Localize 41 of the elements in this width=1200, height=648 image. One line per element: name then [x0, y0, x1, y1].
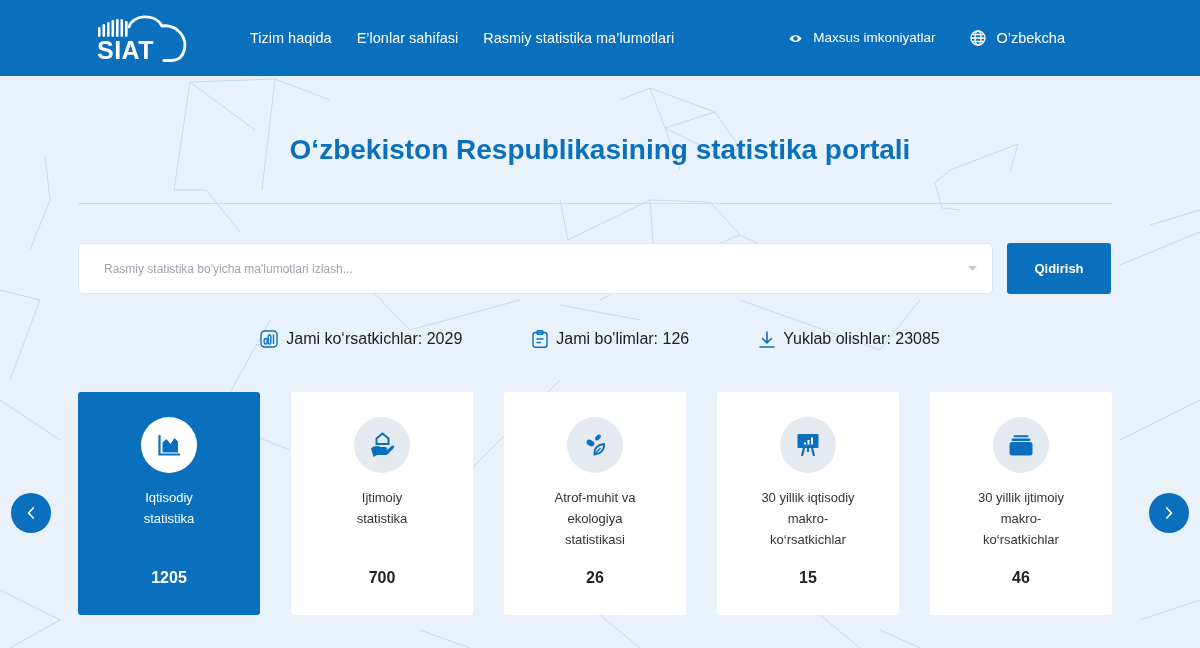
search-field[interactable]: Rasmiy statistika bo'yicha ma'lumotlari izlash... [78, 243, 993, 294]
previous-button[interactable] [11, 493, 51, 533]
nav-link[interactable]: E’lonlar sahifasi [356, 29, 459, 47]
bar-chart-icon [260, 330, 279, 348]
leaves-icon [567, 417, 623, 473]
category-card[interactable]: 30 yillik ijtimoiy makro- ko‘rsatkichlar 46 [930, 392, 1112, 615]
category-count: 1205 [151, 569, 187, 587]
category-label: Ijtimoiy statistika [356, 489, 408, 528]
download-icon [759, 330, 776, 348]
stat-text: Jami bo'limlar: 126 [556, 329, 690, 349]
search-button[interactable]: Qidirish [1007, 243, 1111, 294]
hand-house-icon [354, 417, 410, 473]
area-chart-icon [141, 417, 197, 473]
category-count: 26 [586, 569, 604, 587]
chevron-left-icon [27, 507, 35, 519]
category-card[interactable]: Iqtisodiy statistika 1205 [78, 392, 260, 615]
category-label: 30 yillik ijtimoiy makro- ko‘rsatkichlar [978, 489, 1064, 549]
presentation-board-icon [780, 417, 836, 473]
stacked-cards-icon [993, 417, 1049, 473]
next-button[interactable] [1149, 493, 1189, 533]
category-label: Iqtisodiy statistika [143, 489, 195, 528]
category-card[interactable]: Atrof-muhit va ekologiya statistikasi 26 [504, 392, 686, 615]
category-card[interactable]: 30 yillik iqtisodiy makro- ko‘rsatkichlar 15 [717, 392, 899, 615]
chevron-right-icon [1165, 507, 1173, 519]
stat-text: Jami ko‘rsatkichlar: 2029 [286, 329, 463, 349]
category-label: 30 yillik iqtisodiy makro- ko‘rsatkichlar [761, 489, 855, 549]
bars-cloud-icon [97, 13, 187, 63]
category-count: 46 [1012, 569, 1030, 587]
nav-link[interactable]: Rasmiy statistika ma’lumotlari [483, 29, 675, 47]
category-label: Atrof-muhit va ekologiya statistikasi [554, 489, 636, 549]
category-count: 15 [799, 569, 817, 587]
category-card[interactable]: Ijtimoiy statistika 700 [291, 392, 473, 615]
language-selector[interactable]: O’zbekcha [970, 29, 1065, 47]
accessibility-link[interactable]: Maxsus imkoniyatlar [789, 29, 936, 47]
page-title: O‘zbekiston Respublikasining statistika portali [288, 133, 912, 167]
globe-icon [970, 30, 987, 46]
nav-link[interactable]: Tizim haqida [250, 29, 332, 47]
logo-link[interactable]: SIAT [97, 13, 187, 63]
stat-text: Yuklab olishlar: 23085 [783, 329, 940, 349]
clipboard-icon [532, 330, 549, 348]
category-count: 700 [368, 569, 396, 587]
